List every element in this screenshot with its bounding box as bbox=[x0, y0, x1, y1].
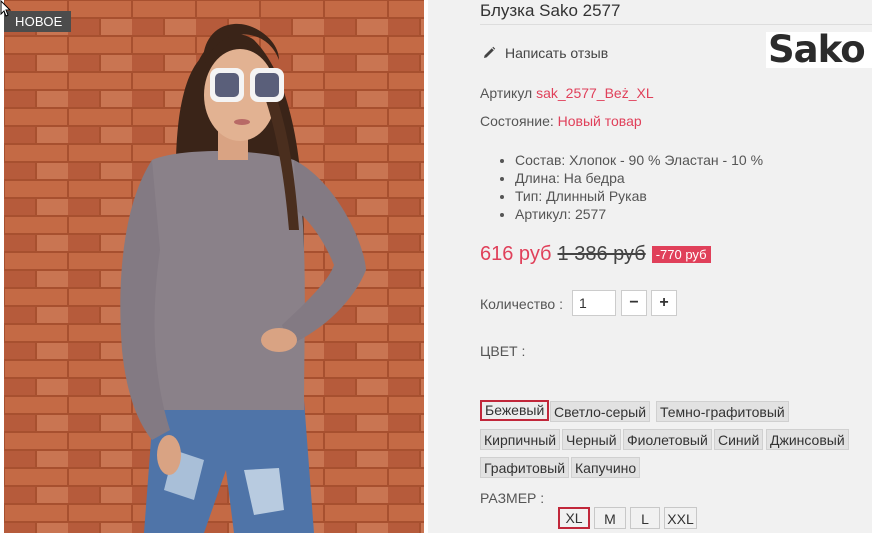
size-option-l[interactable]: L bbox=[630, 507, 660, 529]
discount-badge: -770 руб bbox=[651, 246, 711, 263]
quantity-input[interactable] bbox=[572, 290, 616, 316]
color-option-brick[interactable]: Кирпичный bbox=[480, 429, 561, 450]
color-option-blue[interactable]: Синий bbox=[714, 429, 764, 450]
old-price: 1 386 руб bbox=[557, 243, 646, 265]
condition-line: Состояние: Новый товар bbox=[480, 113, 642, 129]
size-label: РАЗМЕР : bbox=[480, 490, 545, 506]
condition-label: Состояние: bbox=[480, 113, 554, 129]
write-review-label: Написать отзыв bbox=[505, 45, 609, 61]
sku-line: Артикул sak_2577_Beż_XL bbox=[480, 85, 654, 101]
price-row: 616 руб 1 386 руб -770 руб bbox=[480, 243, 711, 266]
product-image-frame[interactable]: НОВОЕ bbox=[0, 0, 428, 533]
color-option-cappuccino[interactable]: Капучино bbox=[571, 457, 641, 478]
color-option-black[interactable]: Черный bbox=[562, 429, 621, 450]
current-price: 616 руб bbox=[480, 243, 552, 265]
product-photo-illustration bbox=[4, 0, 424, 533]
feature-item: Артикул: 2577 bbox=[515, 205, 763, 223]
color-option-denim[interactable]: Джинсовый bbox=[766, 429, 849, 450]
size-option-xl[interactable]: XL bbox=[558, 507, 590, 529]
color-option-beige[interactable]: Бежевый bbox=[480, 400, 550, 421]
sku-label: Артикул bbox=[480, 85, 533, 101]
color-label: ЦВЕТ : bbox=[480, 343, 526, 359]
product-image[interactable] bbox=[4, 0, 424, 533]
new-badge: НОВОЕ bbox=[4, 11, 71, 32]
pencil-icon bbox=[484, 46, 496, 58]
brand-logo[interactable]: Sako bbox=[766, 31, 872, 68]
size-option-xxl[interactable]: XXL bbox=[664, 507, 697, 529]
quantity-increase-button[interactable]: + bbox=[651, 290, 677, 316]
product-title: Блузка Sako 2577 bbox=[480, 1, 621, 20]
write-review-link[interactable]: Написать отзыв bbox=[482, 45, 608, 61]
color-option-violet[interactable]: Фиолетовый bbox=[623, 429, 712, 450]
sku-value: sak_2577_Beż_XL bbox=[536, 85, 654, 101]
condition-value: Новый товар bbox=[557, 113, 642, 129]
size-option-m[interactable]: M bbox=[594, 507, 626, 529]
feature-item: Длина: На бедра bbox=[515, 169, 763, 187]
minus-icon: − bbox=[629, 294, 639, 311]
quantity-label: Количество : bbox=[480, 296, 563, 312]
feature-list: Состав: Хлопок - 90 % Эластан - 10 % Дли… bbox=[498, 151, 763, 223]
quantity-decrease-button[interactable]: − bbox=[621, 290, 647, 316]
mouse-cursor-icon bbox=[0, 0, 12, 17]
color-option-graphite[interactable]: Графитовый bbox=[480, 457, 570, 478]
color-option-light-grey[interactable]: Светло-серый bbox=[550, 401, 651, 422]
feature-item: Тип: Длинный Рукав bbox=[515, 187, 763, 205]
color-option-dark-graphite[interactable]: Темно-графитовый bbox=[656, 401, 789, 422]
title-divider bbox=[480, 24, 872, 25]
plus-icon: + bbox=[659, 294, 669, 311]
feature-item: Состав: Хлопок - 90 % Эластан - 10 % bbox=[515, 151, 763, 169]
